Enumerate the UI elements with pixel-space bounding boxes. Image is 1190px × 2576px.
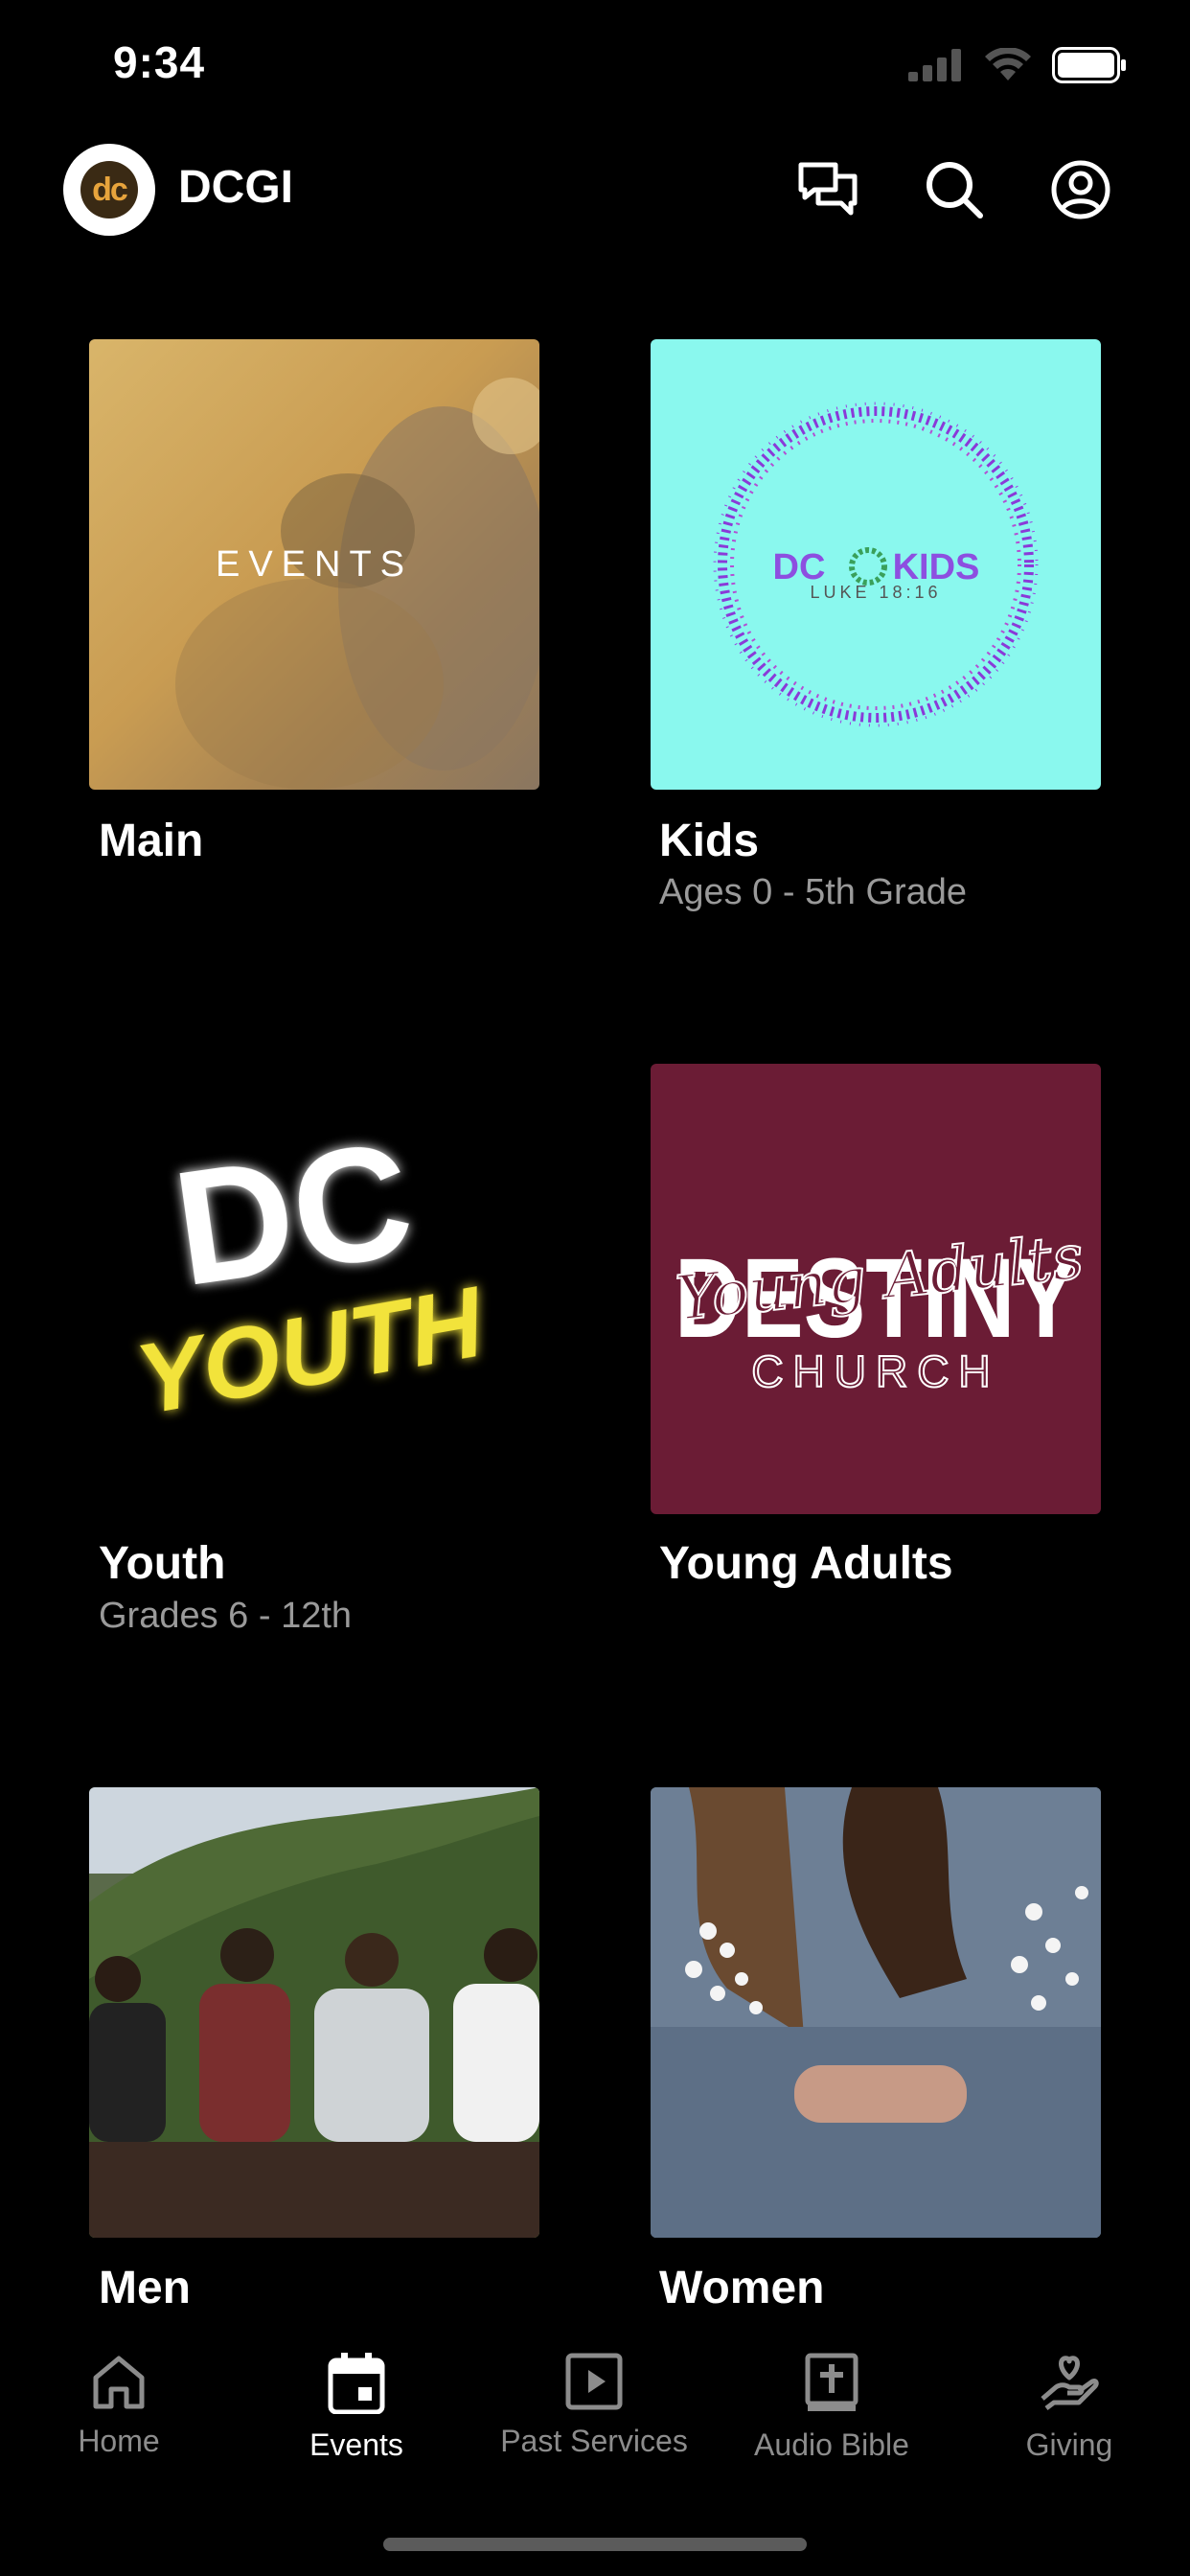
profile-icon	[1051, 160, 1110, 219]
events-image-text: EVENTS	[216, 544, 413, 585]
tile-subtitle-youth: Grades 6 - 12th	[99, 1596, 353, 1636]
home-indicator	[383, 2538, 807, 2551]
tile-subtitle-kids: Ages 0 - 5th Grade	[659, 872, 968, 912]
kids-image-verse: LUKE 18:16	[810, 583, 941, 602]
tile-label-women: Women	[659, 2263, 825, 2313]
profile-button[interactable]	[1046, 155, 1115, 224]
tab-label-events: Events	[309, 2427, 403, 2462]
wifi-icon	[985, 48, 1031, 80]
home-icon	[93, 2356, 145, 2409]
kids-image-kids: KIDS	[893, 547, 980, 587]
search-icon	[927, 162, 983, 218]
tab-label-audio-bible: Audio Bible	[754, 2427, 909, 2462]
tab-home[interactable]: Home	[0, 2353, 238, 2459]
tile-label-young-adults: Young Adults	[659, 1538, 953, 1589]
tab-events[interactable]: Events	[238, 2353, 475, 2463]
play-icon	[565, 2353, 623, 2410]
tile-men[interactable]	[89, 1787, 539, 2238]
youth-image: DC YOUTH	[128, 1108, 492, 1437]
events-image: EVENTS	[175, 378, 539, 790]
tab-label-home: Home	[78, 2424, 160, 2458]
battery-icon	[1052, 47, 1126, 83]
tile-kids[interactable]: DC KIDS LUKE 18:16	[651, 339, 1101, 790]
tile-label-main: Main	[99, 816, 204, 866]
signal-icon	[908, 49, 961, 81]
kids-image-dc: DC	[773, 547, 826, 587]
tile-label-kids: Kids	[659, 816, 760, 866]
chat-button[interactable]	[793, 155, 862, 224]
status-time: 9:34	[113, 37, 206, 87]
calendar-icon	[328, 2353, 385, 2414]
app-title: DCGI	[178, 162, 293, 213]
tab-past-services[interactable]: Past Services	[475, 2353, 713, 2459]
tile-main[interactable]: EVENTS	[89, 339, 539, 790]
tab-giving[interactable]: Giving	[950, 2353, 1188, 2463]
tile-youth[interactable]: DC YOUTH	[89, 1064, 539, 1514]
status-icons	[908, 46, 1127, 84]
young-adults-image-church: CHURCH	[751, 1346, 999, 1396]
chat-icon	[798, 162, 858, 216]
tab-audio-bible[interactable]: Audio Bible	[713, 2353, 950, 2463]
tile-young-adults[interactable]: DESTINY Young Adults CHURCH	[651, 1064, 1101, 1514]
tile-women[interactable]	[651, 1787, 1101, 2238]
church-logo[interactable]: dc	[63, 144, 155, 236]
tile-label-men: Men	[99, 2263, 191, 2313]
giving-icon	[1041, 2356, 1099, 2410]
tab-label-giving: Giving	[1025, 2427, 1113, 2462]
kids-image: DC KIDS LUKE 18:16	[713, 402, 1039, 727]
tile-label-youth: Youth	[99, 1538, 226, 1589]
young-adults-image: DESTINY Young Adults CHURCH	[672, 1221, 1087, 1397]
search-button[interactable]	[920, 155, 989, 224]
tab-label-past-services: Past Services	[500, 2424, 688, 2458]
women-photo	[651, 1787, 1101, 2238]
bible-icon	[805, 2353, 858, 2411]
men-photo	[89, 1787, 539, 2238]
logo-mark: dc	[80, 161, 138, 218]
